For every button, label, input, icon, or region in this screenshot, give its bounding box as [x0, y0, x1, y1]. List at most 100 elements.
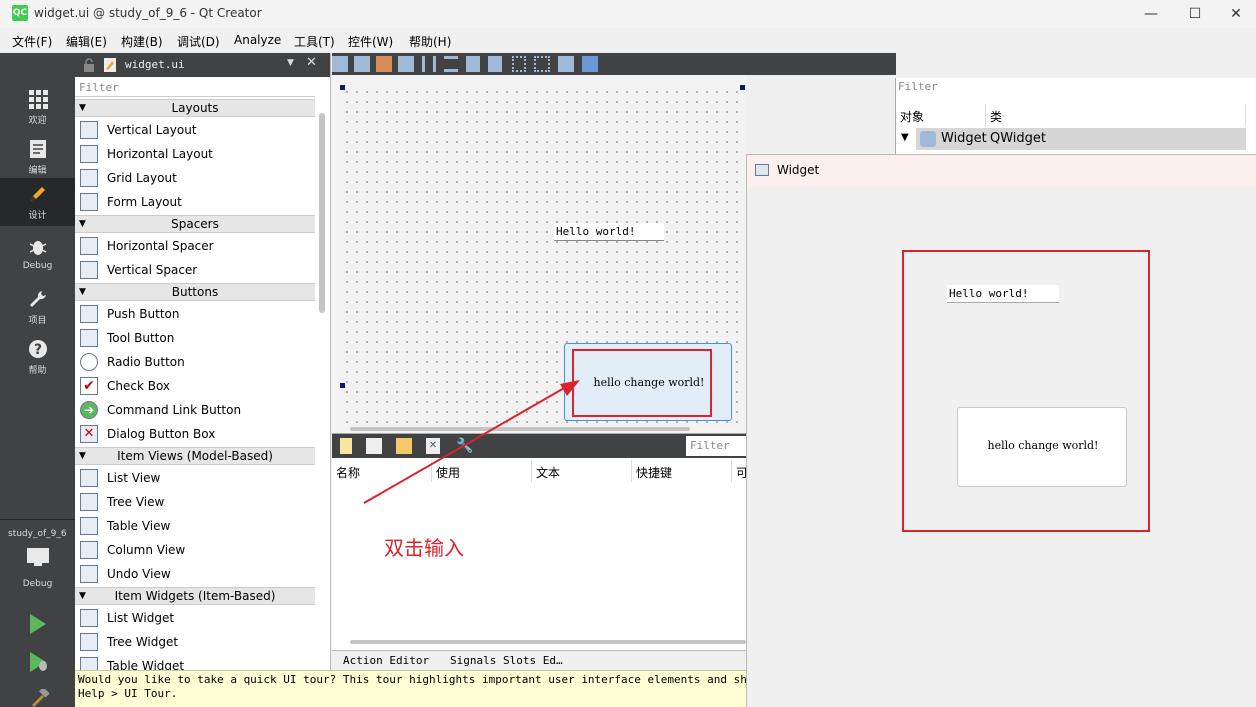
category-item-views[interactable]: ▼ Item Views (Model-Based) [75, 447, 315, 465]
adjust-size-icon[interactable] [582, 56, 598, 72]
widget-item[interactable]: Tree Widget [75, 630, 315, 654]
menu-build[interactable]: 构建(B) [121, 33, 163, 50]
menu-debug[interactable]: 调试(D) [177, 33, 220, 50]
mode-label: 欢迎 [28, 116, 47, 126]
minimize-icon[interactable]: — [1131, 3, 1171, 25]
category-layouts[interactable]: ▼ Layouts [75, 99, 315, 117]
menu-widgets[interactable]: 控件(W) [348, 33, 393, 50]
tree-widget-icon [80, 633, 98, 651]
widget-item[interactable]: Undo View [75, 562, 315, 586]
widget-box-scrollbar[interactable] [319, 113, 325, 313]
menu-edit[interactable]: 编辑(E) [66, 33, 107, 50]
edit-tab-order-icon[interactable] [398, 56, 414, 72]
canvas-hscrollbar[interactable] [350, 427, 690, 431]
vertical-spacer-icon [80, 261, 98, 279]
layout-h-splitter-icon[interactable] [466, 56, 480, 72]
close-icon[interactable]: ✕ [1216, 3, 1256, 25]
object-row[interactable]: Widget QWidget [916, 128, 1246, 150]
tab-action-editor[interactable]: Action Editor [343, 654, 429, 667]
form-canvas[interactable]: Hello world! hello change world! [340, 85, 745, 427]
widget-item[interactable]: Tool Button [75, 326, 315, 350]
widget-item[interactable]: Form Layout [75, 190, 315, 214]
column-header[interactable]: 对象 [896, 104, 986, 126]
configure-icon[interactable]: 🔧 [456, 438, 473, 454]
widget-item[interactable]: ➔ Command Link Button [75, 398, 315, 422]
tab-signals-slots[interactable]: Signals Slots Ed… [450, 654, 563, 667]
help-icon: ? [29, 340, 47, 358]
selection-handle[interactable] [340, 85, 345, 90]
delete-action-icon[interactable]: ✕ [426, 438, 440, 454]
paste-action-icon[interactable] [396, 438, 412, 454]
column-header[interactable]: 可 [732, 460, 748, 482]
widget-item[interactable]: Column View [75, 538, 315, 562]
play-bug-icon [30, 652, 47, 672]
menu-analyze[interactable]: Analyze [234, 33, 281, 47]
widget-item[interactable]: Push Button [75, 302, 315, 326]
build-button[interactable] [30, 687, 50, 707]
widget-item[interactable]: Vertical Spacer [75, 258, 315, 282]
widget-item[interactable]: ✕ Dialog Button Box [75, 422, 315, 446]
mode-design[interactable]: 设计 [0, 178, 75, 226]
selection-handle[interactable] [340, 383, 345, 388]
widget-item[interactable]: List Widget [75, 606, 315, 630]
mode-edit[interactable]: 编辑 [0, 133, 75, 181]
kit-selector[interactable] [26, 547, 52, 569]
object-filter-input[interactable]: Filter [898, 80, 938, 93]
edit-signals-icon[interactable] [354, 56, 370, 72]
widget-item[interactable]: ✔ Check Box [75, 374, 315, 398]
mode-help[interactable]: ? 帮助 [0, 333, 75, 381]
tool-button-icon [80, 329, 98, 347]
run-button[interactable] [28, 613, 48, 635]
copy-action-icon[interactable] [366, 438, 382, 454]
widget-filter-input[interactable]: Filter [75, 79, 315, 97]
editor-tab-filename[interactable]: widget.ui [125, 58, 185, 71]
new-action-icon[interactable] [340, 438, 352, 454]
mode-projects[interactable]: 项目 [0, 283, 75, 331]
layout-grid-icon[interactable] [534, 56, 550, 72]
edit-widgets-icon[interactable] [332, 56, 348, 72]
edit-buddies-icon[interactable] [376, 56, 392, 72]
expand-arrow-icon[interactable]: ▼ [901, 132, 909, 143]
form-label[interactable]: Hello world! [554, 223, 664, 241]
layout-form-icon[interactable] [512, 56, 526, 72]
widget-item[interactable]: Horizontal Layout [75, 142, 315, 166]
layout-vertical-icon[interactable] [444, 56, 458, 72]
play-icon [30, 614, 46, 634]
widget-item[interactable]: Table View [75, 514, 315, 538]
category-buttons[interactable]: ▼ Buttons [75, 283, 315, 301]
action-filter-input[interactable]: Filter [686, 436, 746, 456]
menu-tools[interactable]: 工具(T) [294, 33, 335, 50]
widget-item[interactable]: Tree View [75, 490, 315, 514]
widget-item[interactable]: Vertical Layout [75, 118, 315, 142]
widget-item[interactable]: Grid Layout [75, 166, 315, 190]
menu-file[interactable]: 文件(F) [12, 33, 52, 50]
break-layout-icon[interactable] [558, 56, 574, 72]
widget-item[interactable]: Radio Button [75, 350, 315, 374]
ui-tour-hint[interactable]: Would you like to take a quick UI tour? … [75, 670, 746, 707]
lock-icon[interactable] [83, 58, 95, 72]
action-hscrollbar[interactable] [350, 640, 746, 644]
menu-help[interactable]: 帮助(H) [409, 33, 451, 50]
widget-object-icon [920, 131, 936, 147]
widget-item[interactable]: Table Widget [75, 654, 315, 670]
mode-welcome[interactable]: 欢迎 [0, 83, 75, 131]
close-document-icon[interactable]: ✕ [306, 55, 317, 70]
mode-debug[interactable]: Debug [0, 231, 75, 279]
layout-v-splitter-icon[interactable] [488, 56, 502, 72]
layout-horizontal-icon[interactable] [422, 56, 436, 72]
column-header[interactable]: 文本 [532, 460, 632, 482]
widget-item[interactable]: List View [75, 466, 315, 490]
widget-item[interactable]: Horizontal Spacer [75, 234, 315, 258]
tab-dropdown-icon[interactable]: ▼ [287, 58, 294, 68]
debug-run-button[interactable] [28, 651, 50, 673]
collapse-arrow-icon: ▼ [79, 451, 86, 461]
category-spacers[interactable]: ▼ Spacers [75, 215, 315, 233]
maximize-icon[interactable]: ☐ [1175, 3, 1215, 25]
column-header[interactable]: 使用 [432, 460, 532, 482]
column-header[interactable]: 名称 [332, 460, 432, 482]
column-header[interactable]: 类 [986, 104, 1246, 126]
column-header[interactable]: 快捷键 [632, 460, 732, 482]
selection-handle[interactable] [740, 85, 745, 90]
preview-title: Widget [777, 163, 820, 177]
category-item-widgets[interactable]: ▼ Item Widgets (Item-Based) [75, 587, 315, 605]
